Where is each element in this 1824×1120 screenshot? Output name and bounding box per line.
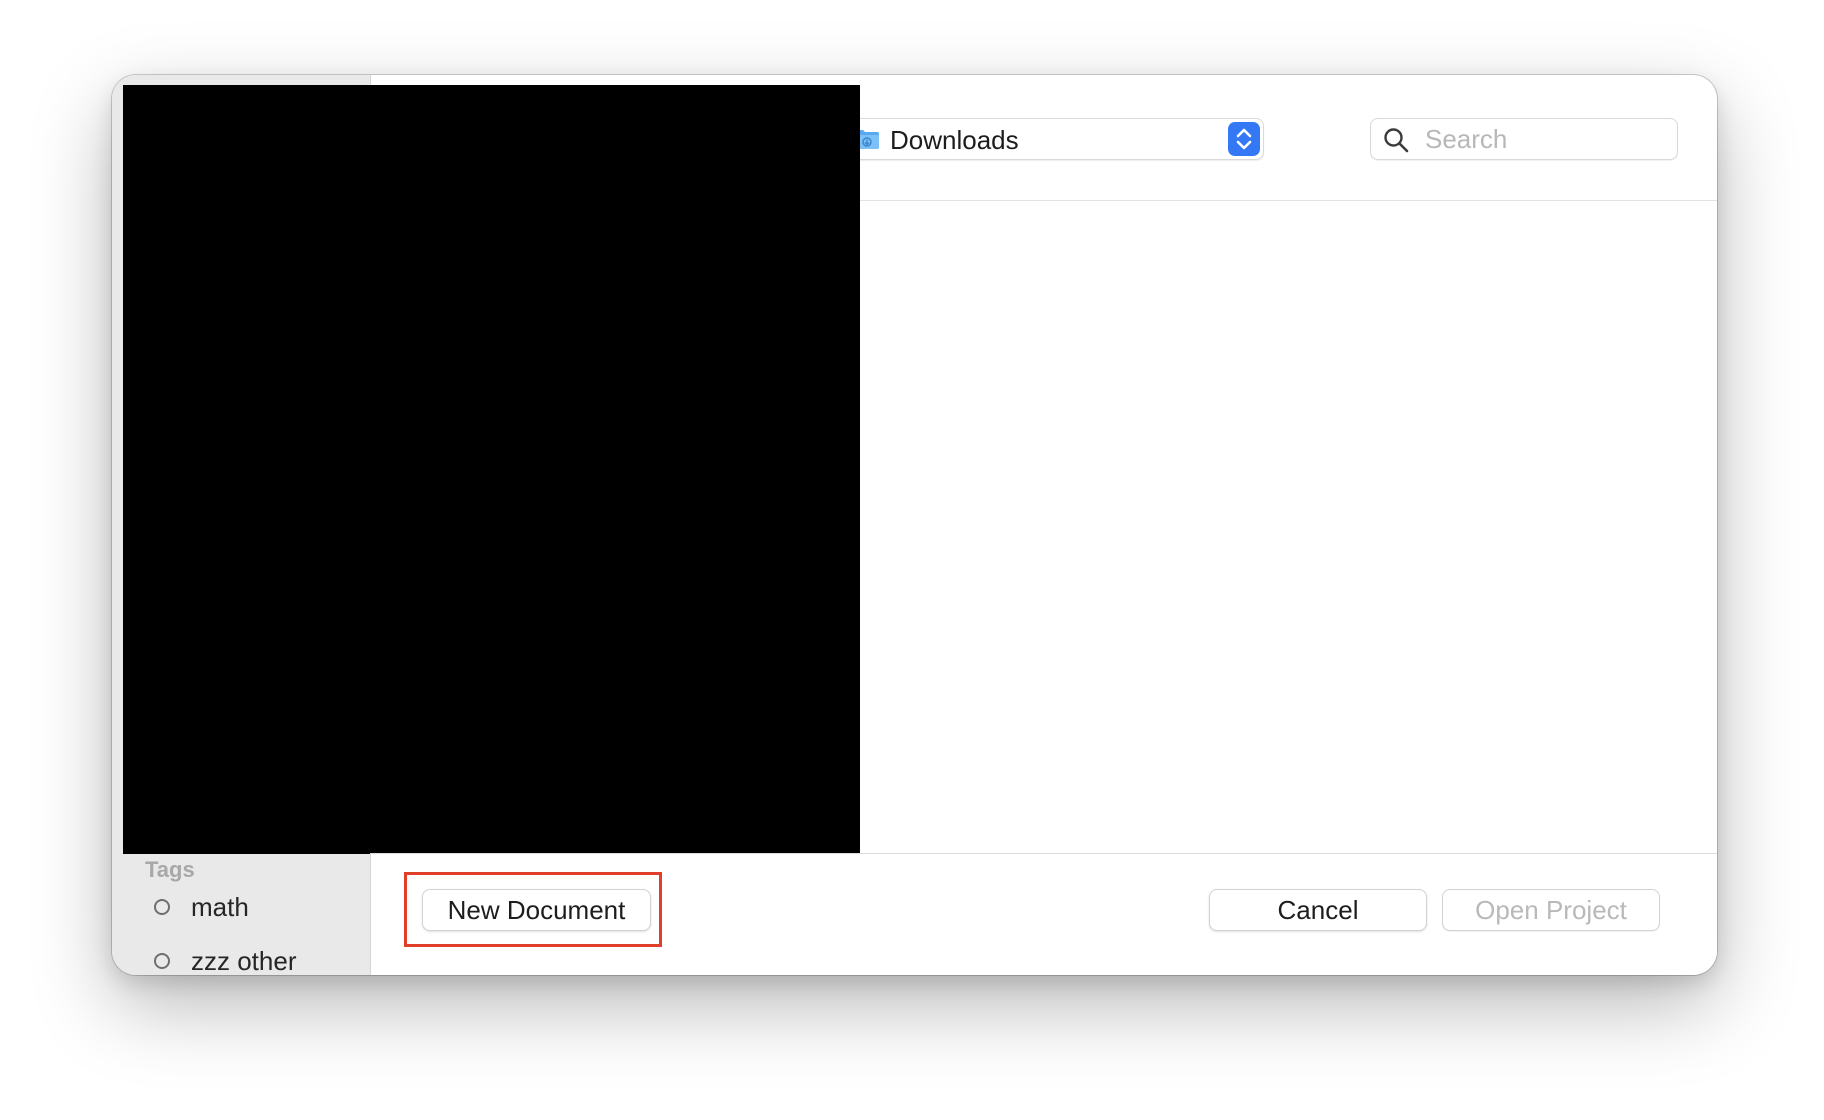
tags-heading: Tags xyxy=(145,857,195,882)
sidebar-tag-zzz-other[interactable]: zzz other xyxy=(154,943,297,975)
tag-label: zzz other xyxy=(191,945,297,976)
highlight-annotation xyxy=(404,872,662,947)
sidebar-tag-math[interactable]: math xyxy=(154,889,249,925)
search-field[interactable] xyxy=(1370,118,1678,160)
tag-circle-icon xyxy=(154,953,170,969)
screen: Tags math zzz other Downloads Search New… xyxy=(0,0,1824,1120)
tag-circle-icon xyxy=(154,899,170,915)
redacted-region xyxy=(123,85,860,854)
location-popup-button[interactable]: Downloads xyxy=(855,118,1264,160)
cancel-button[interactable]: Cancel xyxy=(1209,889,1427,931)
current-folder-label: Downloads xyxy=(890,125,1019,155)
tag-label: math xyxy=(191,891,249,922)
open-project-button[interactable]: Open Project xyxy=(1442,889,1660,931)
magnifier-icon xyxy=(1384,128,1409,153)
dialog-footer: New Document Cancel Open Project xyxy=(371,854,1717,975)
open-dialog-window: Tags math zzz other Downloads Search New… xyxy=(112,75,1717,975)
file-browser-area[interactable] xyxy=(860,201,1717,853)
up-down-chevron-icon xyxy=(1228,122,1260,156)
search-input[interactable] xyxy=(1425,121,1665,157)
